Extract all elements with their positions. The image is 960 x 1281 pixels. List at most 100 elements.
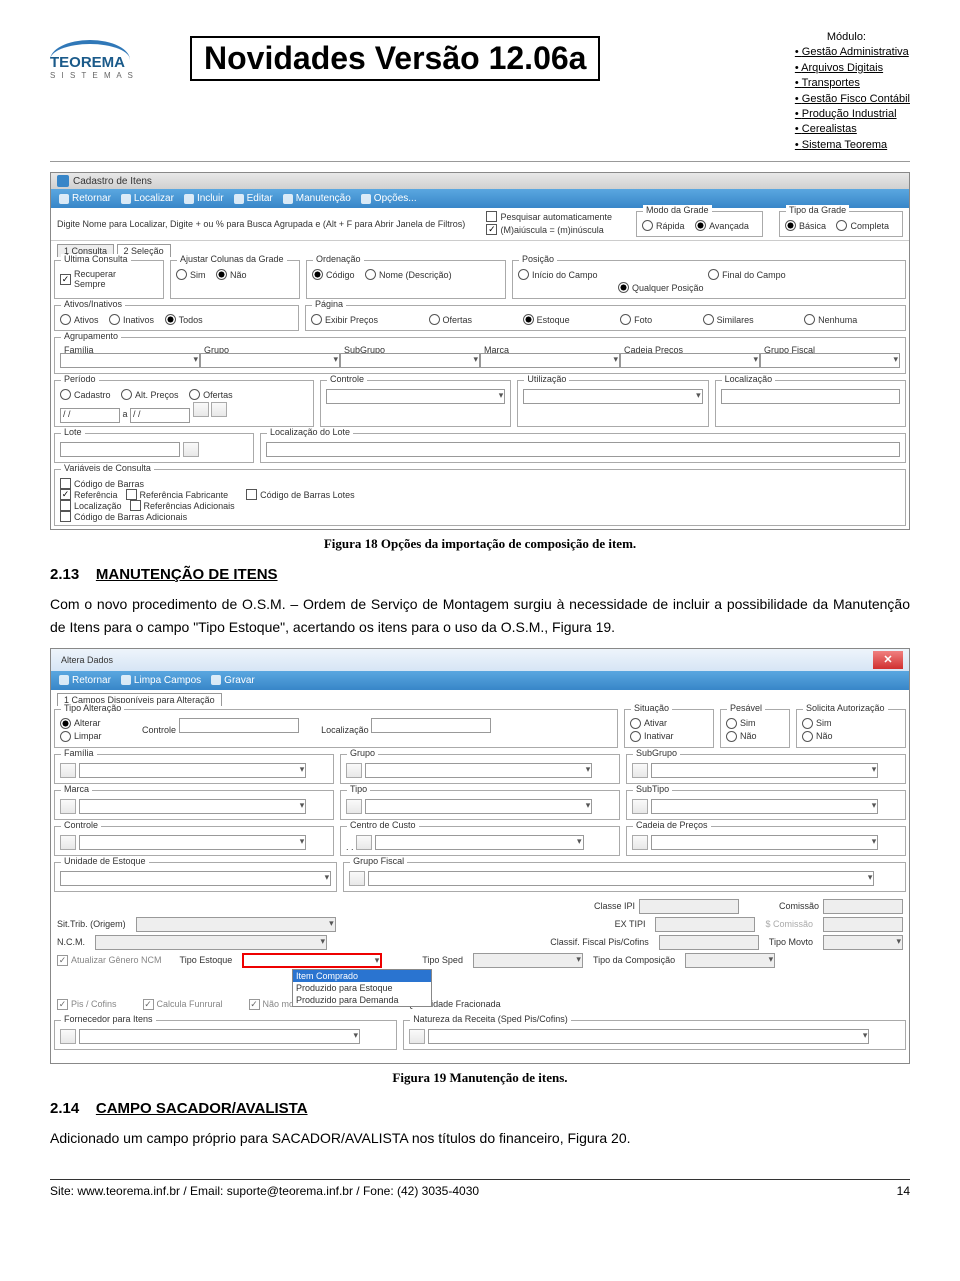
referencia-check[interactable]: Referência (60, 489, 118, 500)
ativar-radio[interactable]: Ativar (630, 718, 667, 729)
altprecos-radio[interactable]: Alt. Preços (121, 389, 179, 400)
clear-button[interactable] (211, 402, 227, 417)
completa-radio[interactable]: Completa (836, 220, 889, 231)
final-radio[interactable]: Final do Campo (708, 269, 786, 280)
subgrupo-combo2[interactable] (651, 763, 879, 778)
tipomovto-combo[interactable] (823, 935, 903, 950)
inativos-radio[interactable]: Inativos (109, 314, 154, 325)
ofertas-radio[interactable]: Ofertas (429, 314, 473, 325)
lookup-button[interactable] (632, 835, 648, 850)
inativar-radio[interactable]: Inativar (630, 731, 674, 742)
grupofiscal-combo[interactable] (760, 353, 900, 368)
estoque-radio[interactable]: Estoque (523, 314, 570, 325)
codigo-radio[interactable]: Código (312, 269, 355, 280)
lookup-button[interactable] (346, 799, 362, 814)
retornar-button[interactable]: Retornar (59, 675, 111, 686)
similares-radio[interactable]: Similares (703, 314, 754, 325)
lookup-button[interactable] (60, 763, 76, 778)
tipo-combo2[interactable] (365, 799, 593, 814)
close-button[interactable]: ✕ (873, 651, 903, 669)
lookup-button[interactable] (632, 799, 648, 814)
sim-radio[interactable]: Sim (176, 269, 206, 280)
lookup-button[interactable] (349, 871, 365, 886)
localizacao-input2[interactable] (371, 718, 491, 733)
localizar-button[interactable]: Localizar (121, 193, 174, 204)
comissao-input[interactable] (823, 899, 903, 914)
pes-sim-radio[interactable]: Sim (726, 718, 756, 729)
subtipo-combo2[interactable] (651, 799, 879, 814)
limpa-button[interactable]: Limpa Campos (121, 675, 201, 686)
lookup-button[interactable] (60, 799, 76, 814)
dd-item-proddemanda[interactable]: Produzido para Demanda (293, 994, 431, 1006)
reffab-check[interactable]: Referência Fabricante (126, 489, 229, 500)
lookup-button[interactable] (632, 763, 648, 778)
grupofiscal-combo2[interactable] (368, 871, 875, 886)
date-from[interactable]: / / (60, 408, 120, 423)
classif-input[interactable] (659, 935, 759, 950)
subgrupo-combo[interactable] (340, 353, 480, 368)
lote-search-button[interactable] (183, 442, 199, 457)
natureza-combo[interactable] (428, 1029, 870, 1044)
lookup-button[interactable] (346, 763, 362, 778)
retornar-button[interactable]: Retornar (59, 193, 111, 204)
codbarralote-check[interactable]: Código de Barras Lotes (246, 489, 355, 500)
unidade-combo[interactable] (60, 871, 331, 886)
tiposped-combo[interactable] (473, 953, 583, 968)
todos-radio[interactable]: Todos (165, 314, 203, 325)
codbarraadd-check[interactable]: Código de Barras Adicionais (60, 511, 187, 522)
editar-button[interactable]: Editar (234, 193, 273, 204)
cadeia-combo[interactable] (620, 353, 760, 368)
loclote-input[interactable] (266, 442, 900, 457)
scomissao-input[interactable] (823, 917, 903, 932)
centro-combo[interactable] (375, 835, 584, 850)
sol-sim-radio[interactable]: Sim (802, 718, 832, 729)
lookup-button[interactable] (60, 835, 76, 850)
recuperar-check[interactable]: Recuperar Sempre (60, 269, 150, 289)
classeipi-input[interactable] (639, 899, 739, 914)
opcoes-button[interactable]: Opções... (361, 193, 417, 204)
lookup-button[interactable] (356, 835, 372, 850)
avancada-radio[interactable]: Avançada (695, 220, 749, 231)
refadd-check[interactable]: Referências Adicionais (130, 500, 235, 511)
tipoestoque-combo[interactable] (242, 953, 382, 968)
grupo-combo2[interactable] (365, 763, 593, 778)
qualquer-radio[interactable]: Qualquer Posição (618, 282, 704, 293)
exibir-radio[interactable]: Exibir Preços (311, 314, 378, 325)
manutencao-button[interactable]: Manutenção (283, 193, 351, 204)
ofertas2-radio[interactable]: Ofertas (189, 389, 233, 400)
dd-item-prodestoque[interactable]: Produzido para Estoque (293, 982, 431, 994)
familia-combo2[interactable] (79, 763, 307, 778)
controle-combo[interactable] (326, 389, 505, 404)
calcula-check[interactable]: Calcula Funrural (143, 999, 223, 1010)
lookup-button[interactable] (60, 1029, 76, 1044)
basica-radio[interactable]: Básica (785, 220, 826, 231)
inicio-radio[interactable]: Início do Campo (518, 269, 598, 280)
rapida-radio[interactable]: Rápida (642, 220, 685, 231)
marca-combo[interactable] (480, 353, 620, 368)
incluir-button[interactable]: Incluir (184, 193, 224, 204)
sittrib-combo[interactable] (136, 917, 336, 932)
limpar-radio[interactable]: Limpar (60, 731, 102, 742)
alterar-radio[interactable]: Alterar (60, 718, 101, 729)
cadeia-combo2[interactable] (651, 835, 879, 850)
dd-item-comprado[interactable]: Item Comprado (293, 970, 431, 982)
grupo-combo[interactable] (200, 353, 340, 368)
lookup-button[interactable] (409, 1029, 425, 1044)
utilizacao-combo[interactable] (523, 389, 702, 404)
date-to[interactable]: / / (130, 408, 190, 423)
controle-combo2[interactable] (79, 835, 307, 850)
lote-input[interactable] (60, 442, 180, 457)
tipocomp-combo[interactable] (685, 953, 775, 968)
localizacao2-check[interactable]: Localização (60, 500, 122, 511)
pis-check[interactable]: Pis / Cofins (57, 999, 117, 1010)
tipoestoque-dropdown[interactable]: Item Comprado Produzido para Estoque Pro… (292, 969, 432, 1007)
nao-radio[interactable]: Não (216, 269, 247, 280)
nenhuma-radio[interactable]: Nenhuma (804, 314, 857, 325)
pesq-auto-check[interactable]: Pesquisar automaticamente (486, 211, 612, 222)
cadastro-radio[interactable]: Cadastro (60, 389, 111, 400)
familia-combo[interactable] (60, 353, 200, 368)
ncm-combo[interactable] (95, 935, 327, 950)
localizacao-input[interactable] (721, 389, 900, 404)
gravar-button[interactable]: Gravar (211, 675, 255, 686)
maimin-check[interactable]: (M)aiúscula = (m)inúscula (486, 224, 603, 235)
